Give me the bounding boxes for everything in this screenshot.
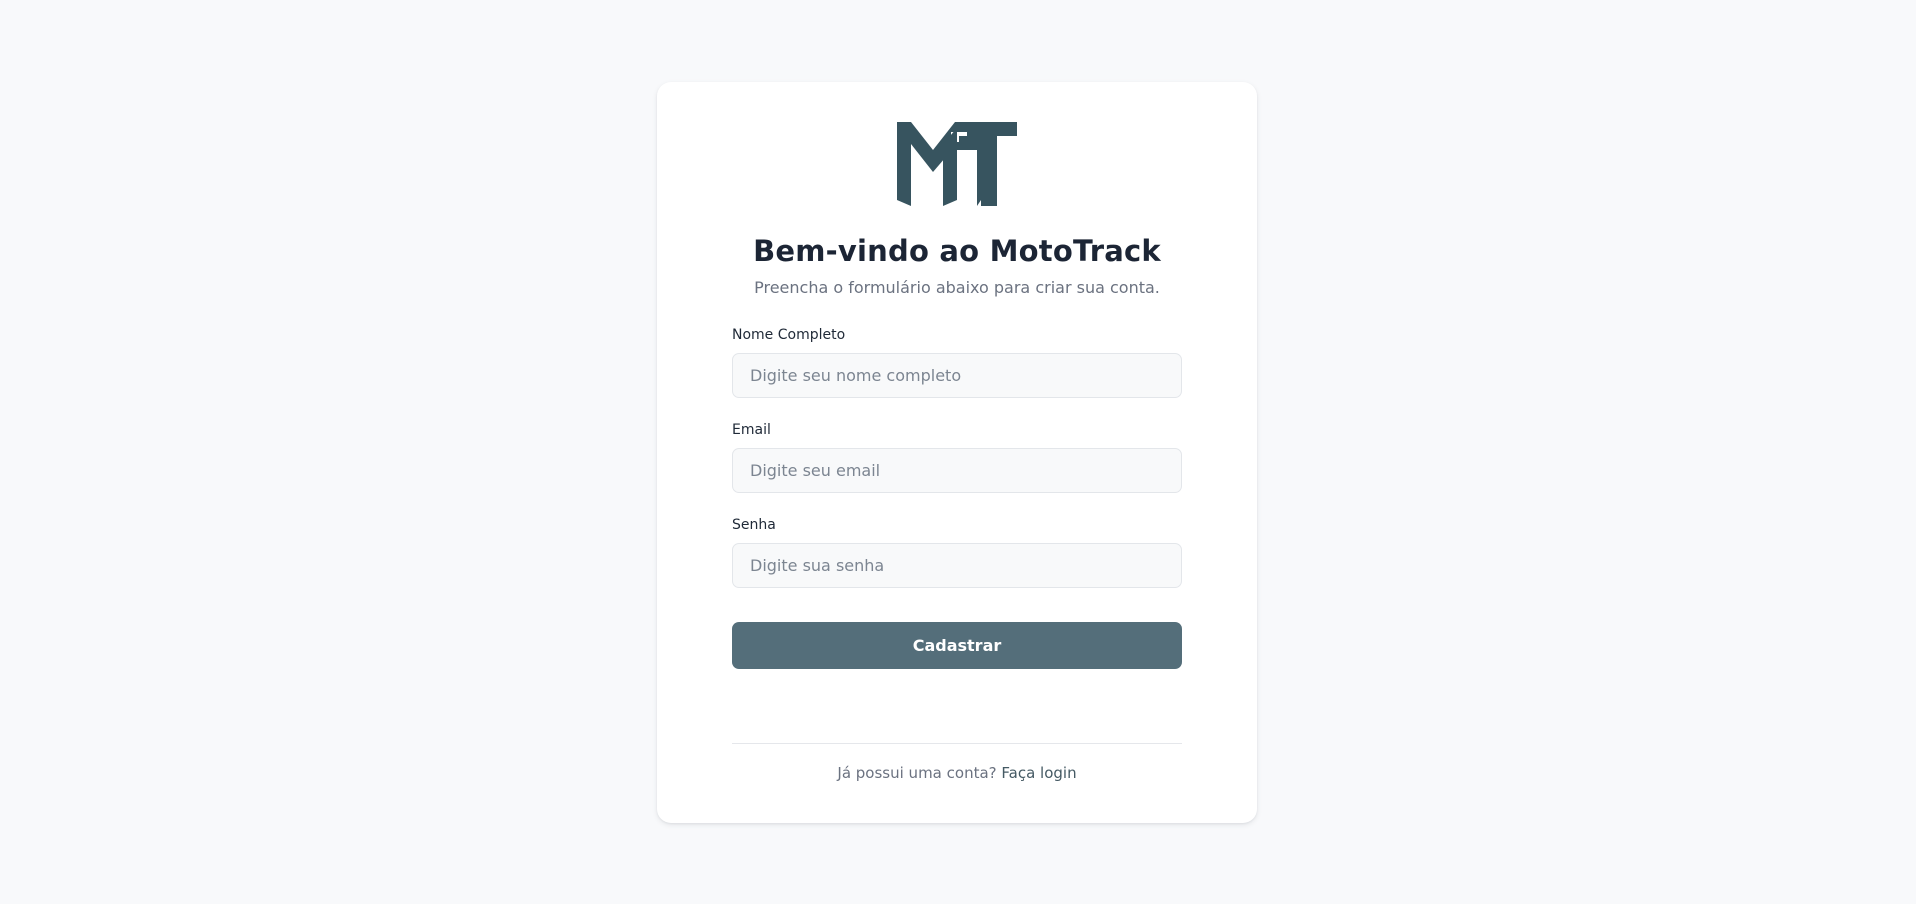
register-button[interactable]: Cadastrar xyxy=(732,622,1182,669)
password-input[interactable] xyxy=(732,543,1182,588)
register-card: Bem-vindo ao MotoTrack Preencha o formul… xyxy=(657,82,1257,823)
page-subtitle: Preencha o formulário abaixo para criar … xyxy=(754,278,1160,297)
name-label: Nome Completo xyxy=(732,327,846,343)
password-label: Senha xyxy=(732,517,776,533)
page-title: Bem-vindo ao MotoTrack xyxy=(753,234,1161,268)
login-link[interactable]: Faça login xyxy=(1001,764,1076,782)
login-prompt: Já possui uma conta? Faça login xyxy=(657,764,1257,782)
email-input[interactable] xyxy=(732,448,1182,493)
footer-divider xyxy=(732,743,1182,744)
login-prompt-text: Já possui uma conta? xyxy=(837,764,997,782)
name-input[interactable] xyxy=(732,353,1182,398)
email-label: Email xyxy=(732,422,771,438)
mototrack-logo xyxy=(897,122,1017,206)
